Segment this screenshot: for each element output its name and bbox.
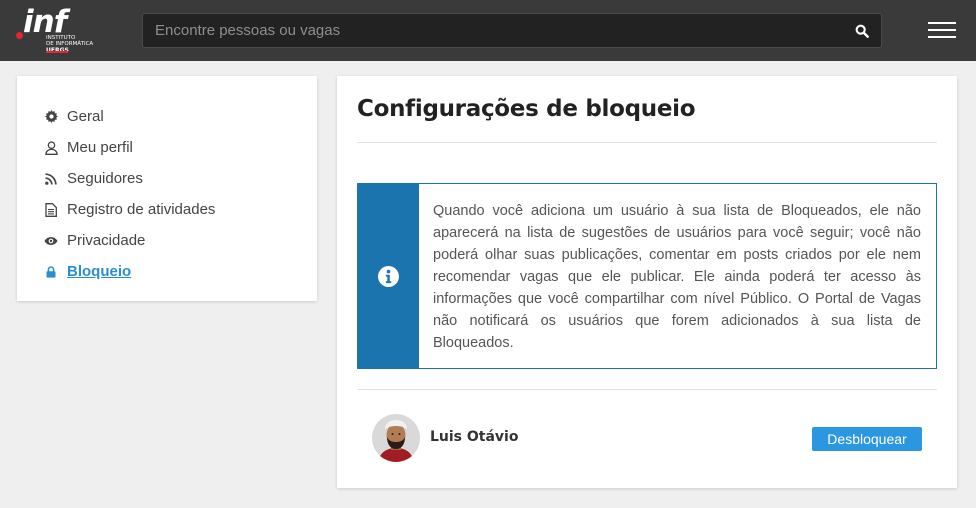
sidebar-item-geral[interactable]: Geral [17,101,317,132]
inf-ufrgs-logo[interactable]: inf INSTITUTO DE INFORMÁTICA UFRGS [16,4,106,54]
logo-underline [46,51,68,53]
search-box [142,13,882,48]
hamburger-line [928,36,956,38]
info-alert: Quando você adiciona um usuário à sua li… [357,183,937,369]
settings-sidebar: Geral Meu perfil Seguidores Registro de … [17,76,317,301]
sidebar-item-label: Bloqueio [67,263,132,280]
hamburger-menu-icon[interactable] [928,21,958,41]
user-icon [44,140,58,155]
sidebar-item-label: Meu perfil [67,139,133,156]
gear-icon [44,110,58,124]
sidebar-item-label: Geral [67,108,104,125]
sidebar-item-label: Registro de atividades [67,201,216,218]
hamburger-line [928,22,956,24]
eye-icon [44,234,58,248]
blocked-user-name[interactable]: Luis Otávio [430,429,518,445]
sidebar-item-meu-perfil[interactable]: Meu perfil [17,132,317,163]
search-icon[interactable] [855,24,869,38]
top-navbar: inf INSTITUTO DE INFORMÁTICA UFRGS [0,0,976,61]
sidebar-item-bloqueio[interactable]: Bloqueio [17,256,317,287]
hamburger-line [928,29,956,31]
title-divider [357,142,937,143]
sidebar-item-seguidores[interactable]: Seguidores [17,163,317,194]
section-divider [357,389,937,390]
search-input[interactable] [143,14,843,47]
page-title: Configurações de bloqueio [357,96,696,122]
unblock-button[interactable]: Desbloquear [812,427,922,451]
blocked-user-row: Luis Otávio Desbloquear [372,414,922,464]
info-alert-text: Quando você adiciona um usuário à sua li… [433,203,921,351]
sidebar-item-registro-de-atividades[interactable]: Registro de atividades [17,194,317,225]
info-alert-sidebar [358,184,419,368]
sidebar-item-privacidade[interactable]: Privacidade [17,225,317,256]
avatar[interactable] [372,414,420,462]
blocking-settings-panel: Configurações de bloqueio Quando você ad… [337,76,957,488]
info-icon [378,266,399,287]
rss-icon [44,172,58,186]
logo-dot [16,32,23,39]
sidebar-item-label: Privacidade [67,232,146,249]
sidebar-item-label: Seguidores [67,170,143,187]
lock-icon [44,265,58,279]
document-icon [44,202,58,217]
